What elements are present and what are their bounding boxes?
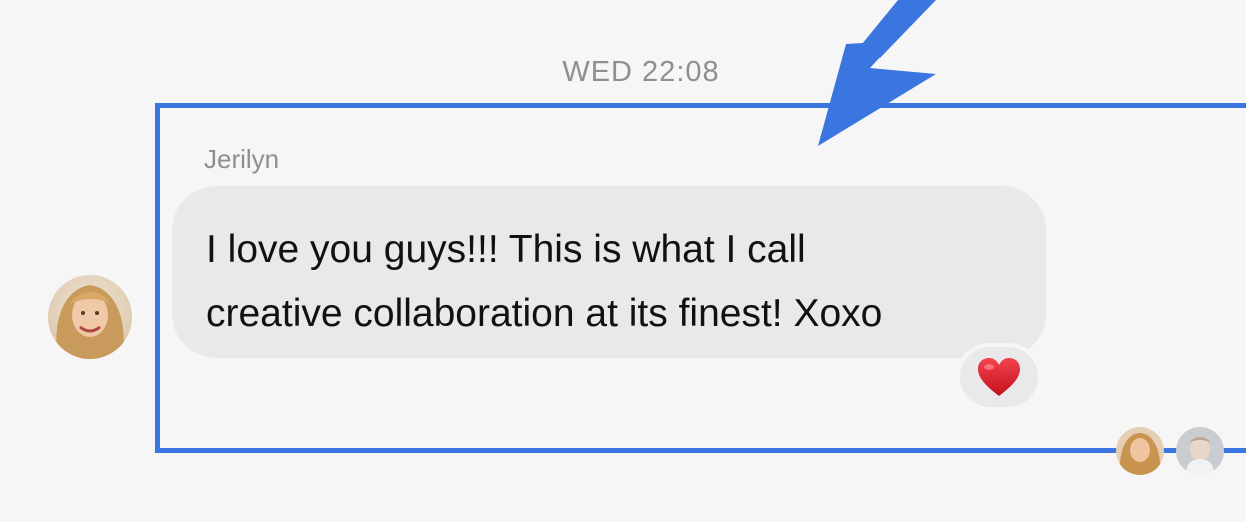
read-receipt-avatar xyxy=(1116,427,1164,475)
heart-icon xyxy=(978,358,1020,396)
message-bubble[interactable]: I love you guys!!! This is what I call c… xyxy=(172,186,1046,358)
chat-screen: WED 22:08 Jerilyn I love you guys!!! Thi… xyxy=(0,0,1246,522)
message-line-2: creative collaboration at its finest! Xo… xyxy=(206,292,883,335)
sender-name: Jerilyn xyxy=(204,144,280,174)
reaction-badge[interactable] xyxy=(956,343,1042,411)
sender-avatar[interactable] xyxy=(48,275,132,359)
read-receipt-avatar xyxy=(1176,427,1224,475)
message-line-1: I love you guys!!! This is what I call xyxy=(206,228,806,271)
